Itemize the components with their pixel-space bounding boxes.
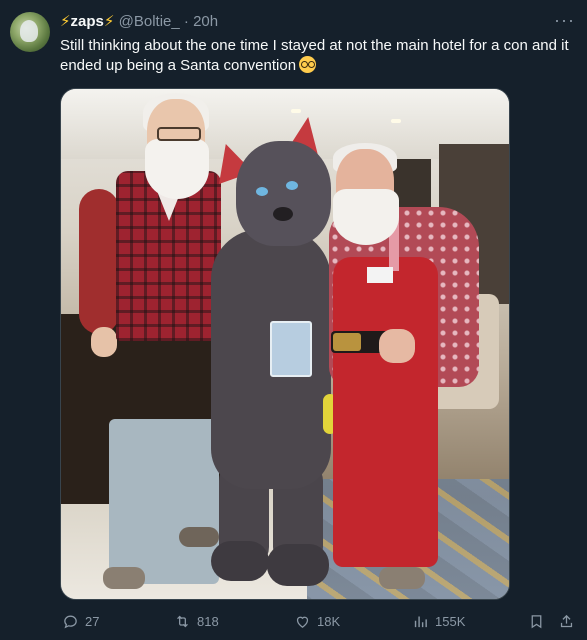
- share-button[interactable]: [558, 608, 575, 634]
- reply-count: 27: [85, 613, 100, 629]
- fursuit-nose: [273, 207, 293, 221]
- santa-left-shoe: [179, 527, 219, 547]
- santa-right-overalls: [333, 257, 438, 567]
- like-count: 18K: [317, 613, 341, 629]
- bookmark-button[interactable]: [528, 608, 545, 634]
- retweet-button[interactable]: 818: [174, 608, 219, 634]
- view-count: 155K: [435, 613, 466, 629]
- like-button[interactable]: 18K: [294, 608, 340, 634]
- retweet-icon: [177, 615, 188, 627]
- views-chart-icon: [414, 616, 427, 627]
- santa-right-beard: [333, 189, 399, 245]
- tweet-text: Still thinking about the one time I stay…: [60, 36, 580, 76]
- santa-left-trousers: [109, 419, 219, 584]
- santa-right-hand: [379, 329, 415, 363]
- con-badge: [270, 321, 312, 377]
- santa-left-shoe: [103, 567, 145, 589]
- nerd-face-emoji-icon: [299, 56, 317, 73]
- ceiling-light: [391, 119, 401, 123]
- tweet-photo[interactable]: [60, 88, 510, 600]
- heart-icon: [296, 616, 309, 628]
- santa-left-hand: [91, 327, 117, 357]
- fursuit-eye: [286, 181, 298, 190]
- reply-button[interactable]: 27: [62, 608, 99, 634]
- user-handle[interactable]: @Boltie_: [119, 13, 180, 30]
- tweet-action-bar: 27 818 18K 155K: [60, 608, 580, 634]
- views-button[interactable]: 155K: [412, 608, 465, 634]
- retweet-count: 818: [197, 613, 219, 629]
- santa-left-beard: [145, 139, 209, 199]
- fursuit-paw: [211, 541, 269, 581]
- fursuit-eye: [256, 187, 268, 196]
- timestamp[interactable]: 20h: [193, 13, 218, 30]
- display-name[interactable]: zaps: [71, 13, 104, 30]
- tweet-header: ⚡zaps⚡ @Boltie_ · 20h: [60, 12, 577, 32]
- belt-buckle: [333, 333, 361, 351]
- separator-dot: ·: [183, 13, 189, 30]
- bolt-icon: ⚡: [60, 13, 71, 30]
- reply-icon: [64, 615, 77, 628]
- bookmark-icon: [531, 614, 542, 628]
- ceiling-light: [291, 109, 301, 113]
- fursuit-paw: [267, 544, 329, 586]
- glasses: [157, 127, 201, 141]
- fursuit-head: [236, 141, 331, 246]
- share-icon: [560, 614, 573, 627]
- santa-right-shoe: [379, 567, 425, 589]
- santa-left-arm: [79, 189, 119, 334]
- tweet-card[interactable]: ⚡zaps⚡ @Boltie_ · 20h ··· Still thinking…: [0, 0, 587, 640]
- bolt-icon: ⚡: [103, 13, 115, 30]
- more-options-icon[interactable]: ···: [554, 10, 575, 31]
- avatar[interactable]: [10, 12, 50, 52]
- name-tag: [367, 267, 393, 283]
